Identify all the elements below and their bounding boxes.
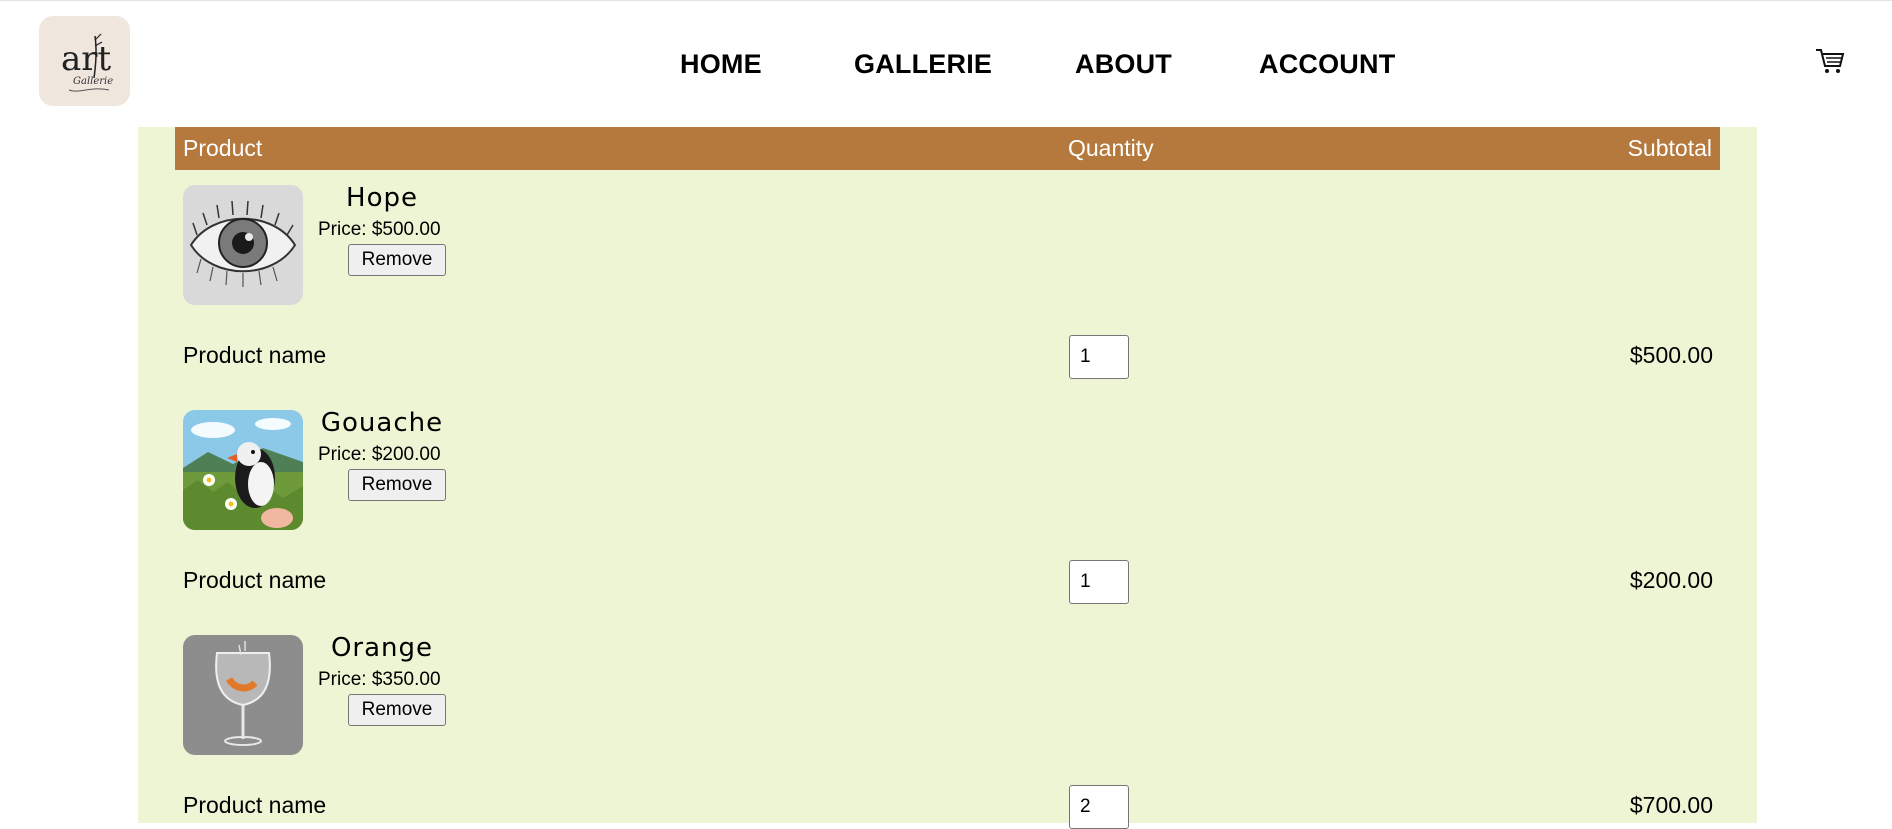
remove-button[interactable]: Remove — [348, 694, 446, 726]
remove-button[interactable]: Remove — [348, 244, 446, 276]
quantity-input[interactable] — [1069, 785, 1129, 829]
product-title: Hope — [346, 183, 418, 213]
cart-row: Hope Price: $500.00 Remove Product name … — [0, 127, 1892, 379]
cart-row: Gouache Price: $200.00 Remove Product na… — [0, 352, 1892, 604]
product-price: Price: $500.00 — [318, 219, 441, 240]
product-price: Price: $350.00 — [318, 669, 441, 690]
product-title: Gouache — [320, 408, 444, 438]
product-title: Orange — [330, 633, 434, 663]
product-price: Price: $200.00 — [318, 444, 441, 465]
top-border — [0, 0, 1892, 1]
main-nav: HOME GALLERIE ABOUT ACCOUNT — [0, 46, 1892, 86]
product-image-glass — [183, 635, 303, 755]
nav-home[interactable]: HOME — [680, 46, 762, 82]
nav-gallerie[interactable]: GALLERIE — [854, 46, 992, 82]
product-image-eye — [183, 185, 303, 305]
cart-row: Orange Price: $350.00 Remove Product nam… — [0, 577, 1892, 829]
remove-button[interactable]: Remove — [348, 469, 446, 501]
product-image-puffin — [183, 410, 303, 530]
row-subtotal: $700.00 — [1629, 792, 1713, 818]
nav-about[interactable]: ABOUT — [1075, 46, 1172, 82]
cart-icon[interactable] — [1815, 46, 1845, 76]
nav-account[interactable]: ACCOUNT — [1259, 46, 1395, 82]
product-name-label: Product name — [183, 792, 327, 818]
